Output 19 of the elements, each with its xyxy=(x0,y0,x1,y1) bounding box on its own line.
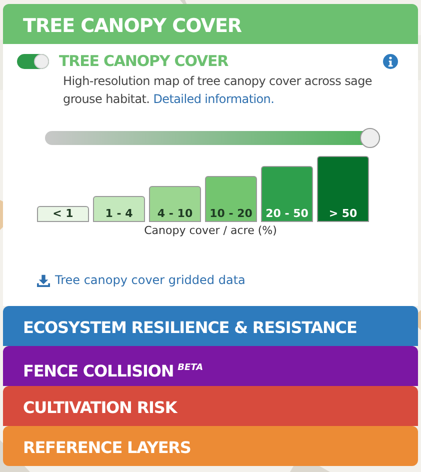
section-header[interactable]: CULTIVATION RISK xyxy=(3,386,418,426)
info-icon[interactable] xyxy=(383,54,398,68)
legend-swatch: 10 - 20 xyxy=(205,176,257,222)
legend-swatch: < 1 xyxy=(37,206,89,222)
section-header[interactable]: ECOSYSTEM RESILIENCE & RESISTANCE xyxy=(3,306,418,346)
download-link[interactable]: Tree canopy cover gridded data xyxy=(37,273,246,287)
legend-caption: Canopy cover / acre (%) xyxy=(143,224,278,237)
layer-title: TREE CANOPY COVER xyxy=(59,52,230,70)
layer-description: High-resolution map of tree canopy cover across sage grouse habitat. Detailed information. xyxy=(63,73,373,108)
section-header[interactable]: REFERENCE LAYERS xyxy=(3,426,418,466)
legend-swatch: 1 - 4 xyxy=(93,196,145,222)
detailed-information-link[interactable]: Detailed information. xyxy=(153,92,274,106)
legend-swatch: 20 - 50 xyxy=(261,166,313,222)
download-icon xyxy=(37,274,50,286)
section-header[interactable]: FENCE COLLISION $^{BETA}$ xyxy=(3,346,418,386)
opacity-slider[interactable] xyxy=(45,128,380,148)
toggle-switch[interactable] xyxy=(17,54,49,68)
legend-swatch: 4 - 10 xyxy=(149,186,201,222)
legend-swatch: > 50 xyxy=(317,156,369,222)
